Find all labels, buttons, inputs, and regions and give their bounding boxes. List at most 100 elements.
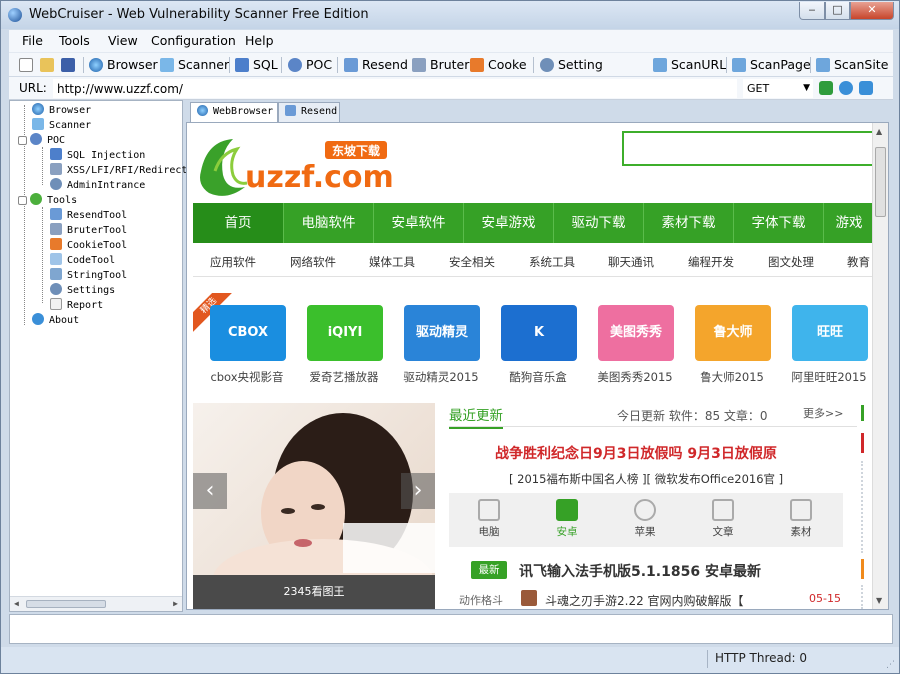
uzzf-logo[interactable]: uzzf.com 东坡下载	[193, 131, 393, 201]
site-sub-nav: 应用软件 网络软件 媒体工具 安全相关 系统工具 聊天通讯 编程开发 图文处理 …	[193, 247, 874, 277]
subnav-item[interactable]: 图文处理	[768, 254, 814, 270]
site-search-input[interactable]	[622, 131, 874, 166]
featured-app[interactable]: K 酷狗音乐盒	[488, 305, 578, 385]
close-button[interactable]: ✕	[850, 2, 894, 20]
nav-pc-software[interactable]: 电脑软件	[283, 203, 373, 243]
featured-app[interactable]: 旺旺 阿里旺旺2015	[779, 305, 869, 385]
poc-button[interactable]: POC	[288, 56, 332, 74]
nav-fonts[interactable]: 字体下载	[733, 203, 823, 243]
nav-home[interactable]: 首页	[193, 203, 283, 243]
tree-node-tools[interactable]: Tools	[18, 193, 77, 206]
scroll-left-icon[interactable]: ◀	[14, 599, 19, 608]
subnav-item[interactable]: 教育	[847, 254, 870, 270]
nav-materials[interactable]: 素材下载	[643, 203, 733, 243]
headline-link[interactable]: 战争胜利纪念日9月3日放假吗 9月3日放假原	[495, 443, 777, 463]
subnav-item[interactable]: 聊天通讯	[608, 254, 654, 270]
http-method-select[interactable]: GET ▼	[743, 79, 813, 98]
scroll-up-icon[interactable]: ▲	[876, 127, 882, 136]
nav-android-games[interactable]: 安卓游戏	[463, 203, 553, 243]
subnav-item[interactable]: 安全相关	[449, 254, 495, 270]
cooke-button[interactable]: Cooke	[470, 56, 527, 74]
app-icon: 驱动精灵	[404, 305, 480, 361]
save-button[interactable]	[61, 56, 79, 74]
tab-web-browser[interactable]: WebBrowser	[190, 102, 278, 123]
menu-tools[interactable]: Tools	[59, 33, 90, 48]
featured-app[interactable]: 驱动精灵 驱动精灵2015	[391, 305, 481, 385]
title-bar: WebCruiser - Web Vulnerability Scanner F…	[1, 1, 899, 29]
tree-node-code-tool[interactable]: CodeTool	[50, 253, 115, 266]
tree-horizontal-scrollbar[interactable]: ◀ ▶	[10, 596, 182, 611]
subnav-item[interactable]: 编程开发	[688, 254, 734, 270]
category-pc[interactable]: 电脑	[459, 499, 519, 539]
tree-node-xss[interactable]: XSS/LFI/RFI/Redirect	[50, 163, 187, 176]
category-articles[interactable]: 文章	[693, 499, 753, 539]
url-input[interactable]	[53, 79, 737, 98]
tree-node-browser[interactable]: Browser	[32, 103, 91, 116]
banner-carousel[interactable]: ‹ › 2345看图王	[193, 403, 435, 609]
maximize-button[interactable]: □	[825, 2, 850, 20]
newest-item-link[interactable]: 讯飞输入法手机版5.1.1856 安卓最新	[519, 561, 761, 581]
setting-button[interactable]: Setting	[540, 56, 603, 74]
open-folder-button[interactable]	[40, 56, 58, 74]
resend-button[interactable]: Resend	[344, 56, 408, 74]
banner-next-icon[interactable]: ›	[401, 473, 435, 509]
resize-grip-icon[interactable]: ⋰	[886, 660, 895, 670]
minimize-button[interactable]: ‒	[799, 2, 825, 20]
tree-node-report[interactable]: Report	[50, 298, 103, 311]
sub-headline-links[interactable]: [ 2015福布斯中国名人榜 ][ 微软发布Office2016官 ]	[509, 471, 783, 487]
tree-node-resend-tool[interactable]: ResendTool	[50, 208, 127, 221]
menu-view[interactable]: View	[108, 33, 138, 48]
list-item-category[interactable]: 动作格斗	[459, 592, 503, 608]
cooke-label: Cooke	[488, 57, 527, 72]
pause-icon[interactable]	[839, 81, 853, 95]
nav-drivers[interactable]: 驱动下载	[553, 203, 643, 243]
list-item-date: 05-15	[809, 592, 841, 605]
browser-button[interactable]: Browser	[89, 56, 158, 74]
menu-configuration[interactable]: Configuration	[151, 33, 236, 48]
list-item-link[interactable]: 斗魂之刃手游2.22 官网内购破解版【	[545, 592, 744, 609]
subnav-item[interactable]: 媒体工具	[369, 254, 415, 270]
tree-node-settings[interactable]: Settings	[50, 283, 115, 296]
menu-help[interactable]: Help	[245, 33, 274, 48]
featured-app[interactable]: iQIYI 爱奇艺播放器	[294, 305, 384, 385]
nav-android-software[interactable]: 安卓软件	[373, 203, 463, 243]
tree-node-poc[interactable]: POC	[18, 133, 65, 146]
scroll-thumb[interactable]	[26, 600, 106, 608]
nav-games[interactable]: 游戏	[823, 203, 874, 243]
featured-app[interactable]: CBOX cbox央视影音	[197, 305, 287, 385]
new-file-button[interactable]	[19, 56, 37, 74]
tab-resend[interactable]: Resend	[278, 102, 340, 122]
sql-button[interactable]: SQL	[235, 56, 278, 74]
subnav-item[interactable]: 网络软件	[290, 254, 336, 270]
collapse-icon	[18, 136, 27, 145]
category-apple[interactable]: 苹果	[615, 499, 675, 539]
browser-vertical-scrollbar[interactable]: ▲ ▼	[872, 123, 888, 609]
category-materials[interactable]: 素材	[771, 499, 831, 539]
scanner-button[interactable]: Scanner	[160, 56, 229, 74]
scan-site-button[interactable]: ScanSite	[816, 56, 888, 74]
scan-page-button[interactable]: ScanPage	[732, 56, 811, 74]
go-arrow-icon[interactable]	[819, 81, 833, 95]
stop-icon[interactable]	[859, 81, 873, 95]
featured-app[interactable]: 美图秀秀 美图秀秀2015	[585, 305, 675, 385]
scroll-right-icon[interactable]: ▶	[173, 599, 178, 608]
bruter-button[interactable]: Bruter	[412, 56, 469, 74]
subnav-item[interactable]: 应用软件	[210, 254, 256, 270]
tree-node-scanner[interactable]: Scanner	[32, 118, 91, 131]
tree-node-sql-injection[interactable]: SQL Injection	[50, 148, 145, 161]
tree-node-string-tool[interactable]: StringTool	[50, 268, 127, 281]
scroll-down-icon[interactable]: ▼	[876, 596, 882, 605]
scroll-thumb[interactable]	[875, 147, 886, 217]
tree-node-bruter-tool[interactable]: BruterTool	[50, 223, 127, 236]
apple-icon	[634, 499, 656, 521]
more-link[interactable]: 更多>>	[803, 405, 843, 421]
menu-file[interactable]: File	[22, 33, 43, 48]
tree-node-admin[interactable]: AdminIntrance	[50, 178, 145, 191]
featured-app[interactable]: 鲁大师 鲁大师2015	[682, 305, 772, 385]
category-android[interactable]: 安卓	[537, 499, 597, 539]
tree-node-about[interactable]: About	[32, 313, 79, 326]
subnav-item[interactable]: 系统工具	[529, 254, 575, 270]
banner-prev-icon[interactable]: ‹	[193, 473, 227, 509]
scan-url-button[interactable]: ScanURL	[653, 56, 726, 74]
tree-node-cookie-tool[interactable]: CookieTool	[50, 238, 127, 251]
